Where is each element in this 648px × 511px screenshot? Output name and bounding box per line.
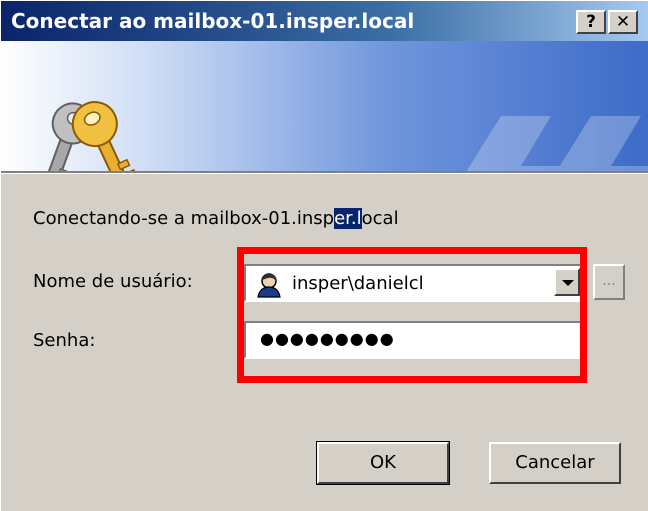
login-dialog: Conectar ao mailbox-01.insper.local ? ✕ [0, 0, 648, 511]
browse-button[interactable]: ... [593, 264, 625, 300]
username-label: Nome de usuário: [33, 271, 193, 292]
credentials-highlight-box [237, 247, 587, 383]
close-icon: ✕ [615, 12, 631, 32]
ok-button[interactable]: OK [316, 441, 450, 485]
text-selection: er.l [334, 208, 362, 229]
banner-watermark [466, 116, 648, 171]
banner [1, 41, 648, 171]
help-button[interactable]: ? [576, 10, 606, 34]
title-bar[interactable]: Conectar ao mailbox-01.insper.local ? ✕ [1, 1, 648, 41]
window-title: Conectar ao mailbox-01.insper.local [11, 9, 415, 33]
connecting-text: Conectando-se a mailbox-01.insper.local [33, 208, 399, 229]
cancel-button[interactable]: Cancelar [489, 442, 621, 484]
close-button[interactable]: ✕ [608, 10, 638, 34]
keys-icon [41, 101, 138, 171]
banner-separator [1, 171, 648, 174]
password-label: Senha: [33, 330, 96, 351]
